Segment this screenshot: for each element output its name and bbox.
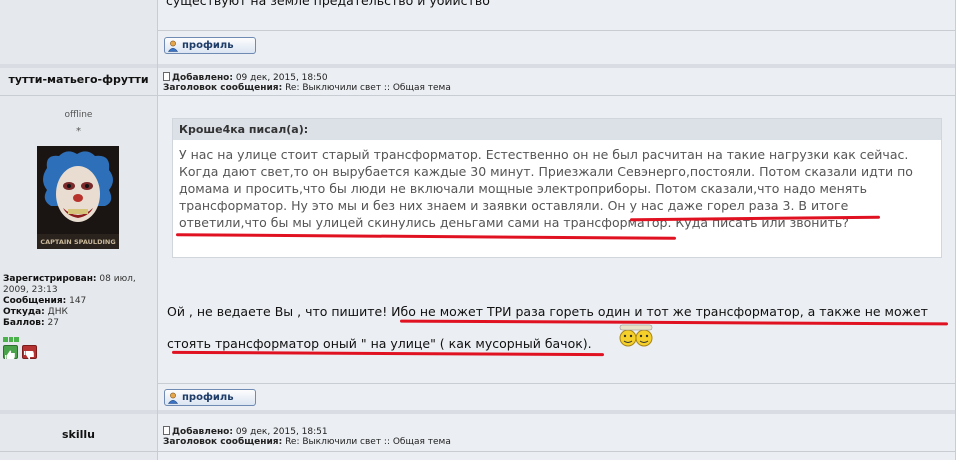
author-avatar: CAPTAIN SPAULDING bbox=[37, 146, 119, 249]
vote-up-button[interactable] bbox=[3, 345, 18, 359]
registered-label: Зарегистрирован: bbox=[3, 274, 97, 284]
quote-line: домама и просить,что бы люди не включали… bbox=[179, 181, 867, 196]
quote-line: Когда дают свет,то он вырубается каждые … bbox=[179, 164, 913, 179]
message-line-1: Ой , не ведаете Вы , что пишите! Ибо не … bbox=[167, 304, 928, 319]
thumb-up-icon bbox=[5, 350, 15, 359]
post-icon[interactable] bbox=[163, 72, 170, 81]
previous-post-text: существуют на земле предательство и убий… bbox=[166, 0, 490, 8]
next-post-author-name[interactable]: skillu bbox=[0, 428, 157, 441]
profile-button[interactable]: профиль bbox=[164, 37, 256, 54]
author-info-block: Зарегистрирован: 08 июл, 2009, 23:13 Соо… bbox=[3, 274, 157, 329]
profile-button-label: профиль bbox=[182, 392, 234, 403]
post-added-info: Добавлено: 09 дек, 2015, 18:50 bbox=[163, 72, 328, 83]
user-icon bbox=[167, 40, 179, 52]
profile-button-label: профиль bbox=[182, 40, 234, 51]
signature-divider bbox=[158, 30, 955, 31]
added-value: 09 дек, 2015, 18:51 bbox=[235, 427, 328, 437]
user-icon bbox=[167, 392, 179, 404]
avatar-caption: CAPTAIN SPAULDING bbox=[40, 238, 115, 246]
next-post-subject-info: Заголовок сообщения: Re: Выключили свет … bbox=[163, 437, 451, 447]
subject-value: Re: Выключили свет :: Общая тема bbox=[285, 437, 451, 447]
header-divider bbox=[0, 95, 955, 96]
right-border bbox=[955, 0, 956, 460]
post-subject-info: Заголовок сообщения: Re: Выключили свет … bbox=[163, 83, 451, 93]
post-author-name[interactable]: тутти-матьего-фрутти bbox=[0, 73, 157, 86]
quote-text: У нас на улице стоит старый трансформато… bbox=[173, 140, 941, 237]
subject-label: Заголовок сообщения: bbox=[163, 437, 283, 447]
thumb-down-icon bbox=[24, 351, 34, 360]
from-value: ДНК bbox=[47, 307, 68, 317]
next-header-divider bbox=[0, 451, 955, 452]
quote-line: трансформатор. Ну это мы и без них знаем… bbox=[179, 198, 849, 213]
author-rank-star: * bbox=[76, 126, 81, 137]
profile-button[interactable]: профиль bbox=[164, 389, 256, 406]
points-label: Баллов: bbox=[3, 318, 45, 328]
message-line-2: стоять трансформатор оный " на улице" ( … bbox=[167, 336, 592, 351]
messages-value: 147 bbox=[69, 296, 87, 306]
added-label: Добавлено: bbox=[172, 427, 233, 437]
reputation-bar bbox=[3, 337, 20, 342]
quote-header: Кроше4ка писал(а): bbox=[173, 119, 941, 140]
subject-value: Re: Выключили свет :: Общая тема bbox=[285, 83, 451, 93]
author-online-status: offline bbox=[64, 110, 93, 120]
top-post-author-panel bbox=[0, 0, 157, 64]
subject-label: Заголовок сообщения: bbox=[163, 83, 283, 93]
next-post-added-info: Добавлено: 09 дек, 2015, 18:51 bbox=[163, 426, 328, 437]
top-post-body-panel bbox=[158, 0, 955, 64]
footer-divider bbox=[158, 383, 955, 384]
from-label: Откуда: bbox=[3, 307, 45, 317]
smiley-emoticon bbox=[614, 322, 658, 350]
added-value: 09 дек, 2015, 18:50 bbox=[235, 73, 328, 83]
vote-down-button[interactable] bbox=[22, 345, 37, 360]
points-value: 27 bbox=[47, 318, 59, 328]
clown-avatar-image: CAPTAIN SPAULDING bbox=[37, 146, 119, 249]
post-icon[interactable] bbox=[163, 426, 170, 435]
messages-label: Сообщения: bbox=[3, 296, 67, 306]
column-divider bbox=[157, 0, 158, 460]
quote-line: У нас на улице стоит старый трансформато… bbox=[179, 147, 909, 162]
added-label: Добавлено: bbox=[172, 73, 233, 83]
